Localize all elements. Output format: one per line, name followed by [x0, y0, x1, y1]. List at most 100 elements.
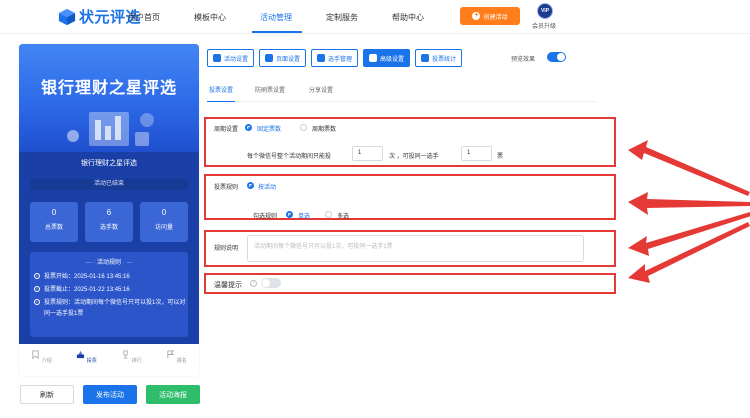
nav-active-indicator [252, 31, 302, 33]
info-icon: i [34, 286, 40, 292]
stat-contestants: 6 选手数 [85, 202, 133, 242]
trophy-icon [123, 350, 129, 359]
subtab-anti-fraud[interactable]: 防刷票设置 [255, 85, 285, 94]
toolbar-label: 投票统计 [432, 56, 457, 63]
check-rule-label: 勾选规则 [253, 214, 278, 220]
logo-cube-icon [58, 8, 76, 25]
votes-unit-text: 票 [497, 154, 504, 160]
annotation-arrows-icon [628, 140, 750, 283]
tab-vote-statistics[interactable]: 投票统计 [415, 49, 463, 67]
preview-tabbar: 介绍 投票 排行 报名 [19, 344, 199, 376]
flag-icon [167, 350, 175, 359]
vote-rule-label: 投票规则 [214, 185, 239, 191]
rule-end: i 投票截止：2025-01-22 13:45:16 [34, 285, 186, 296]
multi-choice-label[interactable]: 多选 [337, 211, 349, 220]
rule-text: 投票开始：2025-01-16 13:45:16 [44, 274, 130, 280]
plus-icon: + [472, 12, 481, 20]
tab-label: 介绍 [41, 358, 52, 364]
stat-label: 选手数 [99, 225, 118, 231]
create-activity-label: 创建活动 [483, 14, 508, 21]
preview-tab-intro[interactable]: 介绍 [27, 344, 57, 376]
preview-banner: 银行理财之星评选 [19, 44, 199, 152]
cycle-votes-label[interactable]: 周期票数 [312, 124, 336, 133]
preview-tab-vote[interactable]: 投票 [72, 344, 102, 376]
vip-upgrade-label[interactable]: 会员升级 [532, 21, 556, 30]
vip-icon[interactable]: VIP [537, 3, 553, 19]
settings-toolbar: 活动设置 页面设置 选手管理 高级设置 投票统计 [207, 49, 467, 67]
single-choice-label[interactable]: 单选 [298, 211, 310, 220]
preview-tab-signup[interactable]: 报名 [162, 344, 192, 376]
question-icon[interactable]: ? [250, 280, 257, 287]
tab-contestant-management[interactable]: 选手管理 [311, 49, 359, 67]
rule-description-textarea[interactable]: 活动期间每个微信号只可以投1次，可投同一选手1票 [247, 235, 584, 262]
by-activity-radio[interactable] [247, 182, 254, 189]
warm-tip-label: 温馨提示 [214, 282, 242, 289]
vote-count-text: 每个微信号整个活动期间只能投 [247, 154, 332, 160]
info-icon: i [34, 273, 40, 279]
rules-title-text: 活动规则 [96, 260, 121, 266]
activity-status-bar: 活动已结束 [30, 179, 188, 190]
single-choice-radio[interactable] [286, 211, 293, 218]
stat-visits: 0 访问量 [140, 202, 188, 242]
vote-count-input[interactable]: 1 [352, 146, 383, 161]
subtab-vote-settings[interactable]: 投票设置 [209, 85, 233, 94]
sub-tabs: 投票设置 防刷票设置 分享设置 [207, 85, 597, 102]
subtab-active-indicator [207, 101, 235, 102]
mobile-preview: 银行理财之星评选 银行理财之星评选 活动已结束 0 总票数 6 选手数 0 访问… [19, 44, 199, 376]
tab-label: 排行 [131, 358, 142, 364]
tab-page-settings[interactable]: 页面设置 [259, 49, 307, 67]
rule-description-label: 规则说明 [214, 246, 239, 252]
fixed-votes-label[interactable]: 固定票数 [257, 124, 281, 133]
nav-item-help[interactable]: 帮助中心 [392, 12, 424, 23]
stat-label: 访问量 [154, 225, 173, 231]
rule-text: 投票规则：活动期间每个微信号只可以投1次，可以对同一选手投1票 [44, 300, 186, 317]
same-contestant-text: 次 ，可投同一选手 [389, 154, 439, 160]
by-activity-label[interactable]: 按活动 [258, 182, 276, 191]
stat-label: 总票数 [44, 225, 63, 231]
top-navigation: 状元评选 用户首页 模板中心 活动管理 定制服务 帮助中心 + 创建活动 VIP… [0, 0, 750, 34]
stat-value: 0 [51, 208, 57, 217]
warm-tip-toggle[interactable] [261, 278, 281, 288]
refresh-button[interactable]: 刷新 [20, 385, 74, 404]
multi-choice-radio[interactable] [325, 211, 332, 218]
preview-effect-toggle[interactable] [547, 52, 566, 62]
sliders-icon [369, 54, 378, 62]
same-contestant-input[interactable]: 1 [461, 146, 492, 161]
bookmark-icon [32, 350, 39, 359]
fixed-votes-radio[interactable] [245, 124, 252, 131]
publish-activity-button[interactable]: 发布活动 [83, 385, 137, 404]
gear-icon [213, 54, 221, 62]
cycle-votes-radio[interactable] [300, 124, 307, 131]
tab-activity-settings[interactable]: 活动设置 [207, 49, 255, 67]
toolbar-label: 选手管理 [328, 56, 353, 63]
stat-value: 0 [161, 208, 167, 217]
finance-illustration-icon [67, 112, 154, 146]
tab-label: 投票 [86, 358, 97, 364]
cycle-settings-label: 周期设置 [214, 127, 239, 133]
preview-tab-rank[interactable]: 排行 [117, 344, 147, 376]
tab-advanced-settings[interactable]: 高级设置 [363, 49, 411, 67]
create-activity-button[interactable]: + 创建活动 [460, 7, 520, 25]
nav-item-custom[interactable]: 定制服务 [326, 12, 358, 23]
nav-item-home[interactable]: 用户首页 [128, 12, 160, 23]
subtab-share-settings[interactable]: 分享设置 [309, 85, 333, 94]
users-icon [317, 54, 326, 62]
info-icon: i [34, 299, 40, 305]
activity-poster-button[interactable]: 活动海报 [146, 385, 200, 404]
chart-icon [421, 54, 430, 62]
preview-stats: 0 总票数 6 选手数 0 访问量 [30, 202, 188, 242]
tab-label: 报名 [176, 358, 187, 364]
activity-rules: — · 活动规则 · — i 投票开始：2025-01-16 13:45:16 … [30, 252, 188, 337]
toolbar-label: 高级设置 [380, 56, 405, 63]
preview-effect-label: 预览效果 [511, 57, 536, 63]
nav-item-templates[interactable]: 模板中心 [194, 12, 226, 23]
stat-value: 6 [106, 208, 112, 217]
rule-vote: i 投票规则：活动期间每个微信号只可以投1次，可以对同一选手投1票 [34, 298, 186, 320]
toolbar-label: 活动设置 [224, 56, 249, 63]
rules-title: — · 活动规则 · — [85, 260, 133, 266]
preview-subtitle: 银行理财之星评选 [81, 160, 137, 167]
banner-title: 银行理财之星评选 [40, 78, 177, 97]
page-icon [265, 54, 274, 62]
nav-item-activity[interactable]: 活动管理 [260, 12, 292, 23]
vote-icon [77, 350, 85, 359]
